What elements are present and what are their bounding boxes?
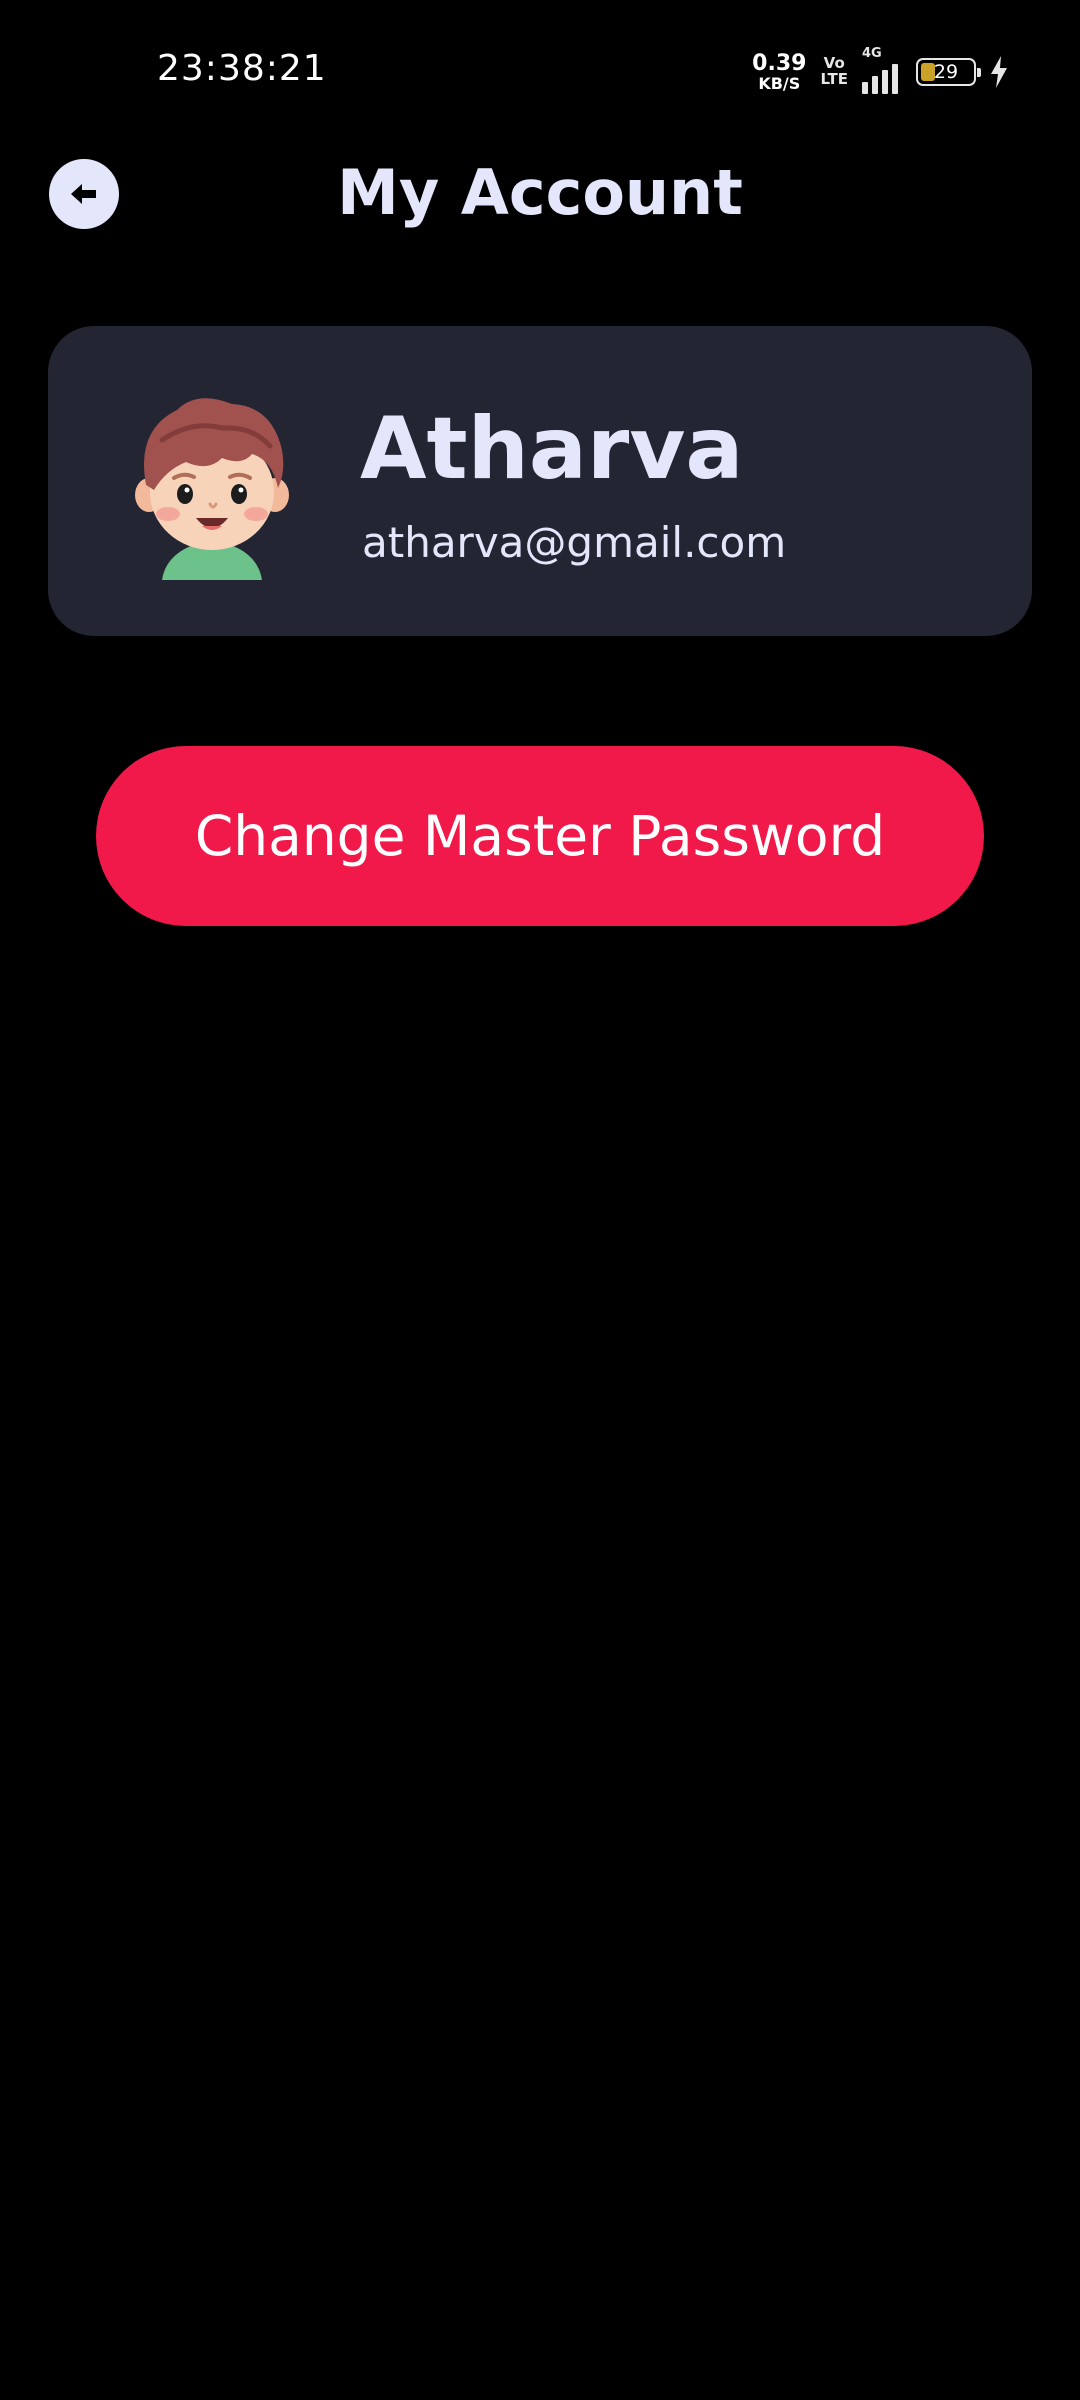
battery-fill (921, 63, 935, 81)
volte-bottom: LTE (820, 70, 848, 88)
network-speed-unit: KB/S (758, 73, 801, 93)
status-icons: 0.39 KB/S Vo LTE 4G 29 (752, 46, 1008, 94)
signal-bar (862, 82, 868, 94)
change-master-password-button[interactable]: Change Master Password (96, 746, 984, 926)
profile-email: atharva@gmail.com (362, 518, 787, 567)
status-bar: 23:38:21 0.39 KB/S Vo LTE 4G 29 (0, 0, 1080, 140)
page-title: My Account (337, 156, 743, 229)
network-speed: 0.39 KB/S (752, 50, 807, 93)
profile-card: Atharva atharva@gmail.com (48, 326, 1032, 636)
charging-bolt-icon (991, 56, 1007, 88)
network-speed-value: 0.39 (752, 50, 807, 76)
battery-icon: 29 (916, 58, 981, 86)
signal-bar (882, 70, 888, 94)
profile-name: Atharva (360, 399, 744, 499)
battery-level: 29 (933, 61, 959, 83)
signal-strength-icon: 4G (862, 46, 902, 94)
avatar (135, 398, 289, 580)
signal-bar (892, 64, 898, 94)
signal-bar (872, 76, 878, 94)
network-type: 4G (862, 46, 882, 61)
volte-icon: Vo LTE (820, 55, 848, 88)
status-time: 23:38:21 (157, 48, 327, 89)
